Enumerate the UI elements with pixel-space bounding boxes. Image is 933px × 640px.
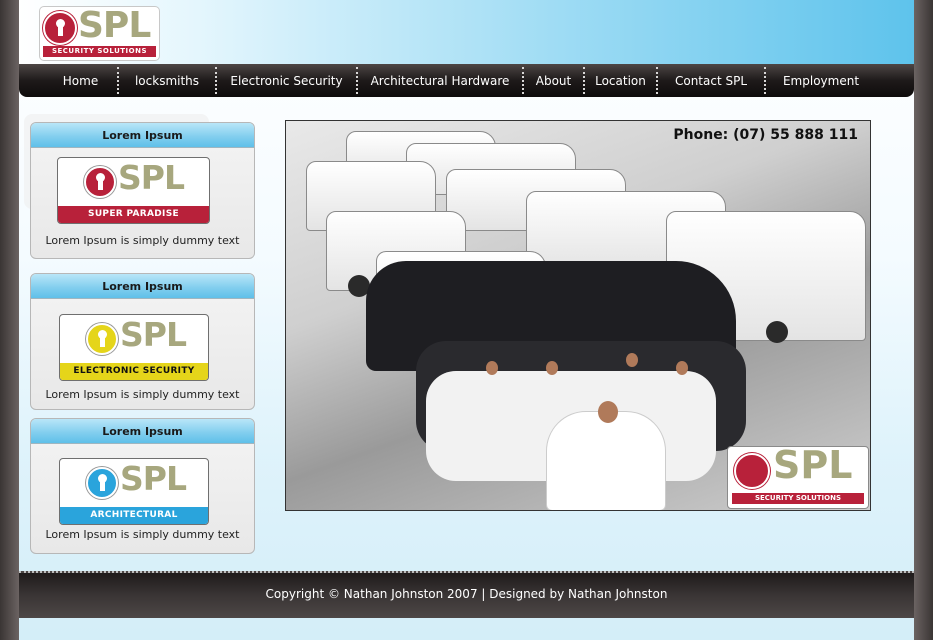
copyright-text: Copyright © Nathan Johnston 2007 | Desig… <box>265 587 668 601</box>
nav-item-home[interactable]: Home <box>44 64 117 97</box>
spl-security-solutions-logo: SPL SECURITY SOLUTIONS <box>727 446 869 509</box>
keyhole-icon <box>734 453 770 489</box>
nav-item-locksmiths[interactable]: locksmiths <box>119 64 215 97</box>
staff-head <box>676 361 688 375</box>
spl-logo[interactable]: SPL SECURITY SOLUTIONS <box>40 7 159 60</box>
main-nav: Home locksmiths Electronic Security Arch… <box>19 64 914 97</box>
logo-strip: ELECTRONIC SECURITY <box>60 363 208 380</box>
staff-head <box>626 353 638 367</box>
super-paradise-locksmiths-logo[interactable]: SPL SUPER PARADISE LOCKSMITHS <box>57 157 210 224</box>
page: SPL SECURITY SOLUTIONS Home locksmiths E… <box>19 0 914 640</box>
logo-text: SPL <box>120 459 187 498</box>
nav-item-employment[interactable]: Employment <box>766 64 876 97</box>
sidebar-box-caption: Lorem Ipsum is simply dummy text <box>45 388 240 401</box>
nav-item-contact-spl[interactable]: Contact SPL <box>658 64 764 97</box>
staff-head <box>546 361 558 375</box>
keyhole-icon <box>86 323 118 355</box>
sidebar-box-caption: Lorem Ipsum is simply dummy text <box>45 528 240 541</box>
footer: Copyright © Nathan Johnston 2007 | Desig… <box>19 571 914 618</box>
logo-text: SPL <box>773 446 853 487</box>
staff-head <box>486 361 498 375</box>
logo-text: SPL <box>78 7 151 46</box>
nav-item-architectural-hardware[interactable]: Architectural Hardware <box>358 64 522 97</box>
nav-item-location[interactable]: Location <box>585 64 656 97</box>
sidebar-box-title: Lorem Ipsum <box>31 419 254 444</box>
header: SPL SECURITY SOLUTIONS <box>19 0 914 64</box>
phone-number: Phone: (07) 55 888 111 <box>673 127 858 143</box>
staff-head <box>598 401 618 423</box>
team-photo: Phone: (07) 55 888 111 SPL SECURITY SOLU… <box>285 120 871 511</box>
keyhole-icon <box>86 467 118 499</box>
logo-strip: SUPER PARADISE LOCKSMITHS <box>58 206 209 223</box>
sidebar-box-title: Lorem Ipsum <box>31 123 254 148</box>
keyhole-icon <box>43 11 77 45</box>
logo-tagline: SECURITY SOLUTIONS <box>732 493 864 504</box>
electronic-security-logo[interactable]: SPL ELECTRONIC SECURITY <box>59 314 209 381</box>
nav-item-about[interactable]: About <box>524 64 583 97</box>
staff-group <box>546 411 666 510</box>
logo-tagline: SECURITY SOLUTIONS <box>43 46 156 57</box>
van-wheel <box>766 321 788 343</box>
logo-text: SPL <box>118 158 185 197</box>
architectural-solutions-logo[interactable]: SPL ARCHITECTURAL SOLUTIONS <box>59 458 209 525</box>
sidebar-box-title: Lorem Ipsum <box>31 274 254 299</box>
sidebar-box-caption: Lorem Ipsum is simply dummy text <box>45 234 240 247</box>
nav-item-electronic-security[interactable]: Electronic Security <box>217 64 356 97</box>
logo-strip: ARCHITECTURAL SOLUTIONS <box>60 507 208 524</box>
keyhole-icon <box>84 166 116 198</box>
sidebar-box-electronic-security: Lorem Ipsum SPL ELECTRONIC SECURITY Lore… <box>30 273 255 410</box>
sidebar-box-locksmiths: Lorem Ipsum SPL SUPER PARADISE LOCKSMITH… <box>30 122 255 259</box>
logo-text: SPL <box>120 315 187 354</box>
sidebar-box-architectural-solutions: Lorem Ipsum SPL ARCHITECTURAL SOLUTIONS … <box>30 418 255 554</box>
